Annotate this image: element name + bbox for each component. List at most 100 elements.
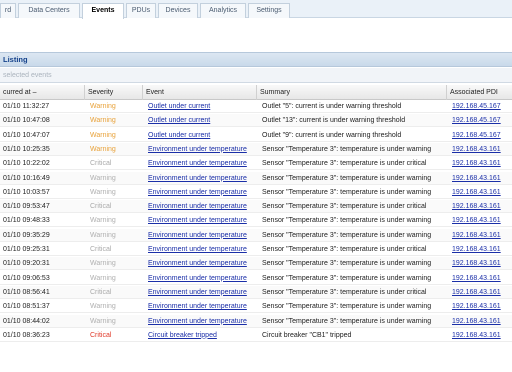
cell-occurred-at: 01/10 09:48:33 — [3, 217, 50, 225]
cell-event-link[interactable]: Environment under temperature — [145, 272, 257, 285]
cell-event-link[interactable]: Outlet under current — [145, 114, 257, 127]
table-row[interactable]: 01/10 08:36:23 Critical Circuit breaker tr… — [0, 329, 512, 342]
column-header-summary[interactable]: Summary — [257, 85, 447, 100]
cell-severity: Warning — [90, 188, 116, 196]
table-row[interactable]: 01/10 09:20:31 Warning Environment under t… — [0, 257, 512, 271]
table-row[interactable]: 01/10 09:25:31 Critical Environment under … — [0, 243, 512, 256]
column-header-time[interactable]: curred at – — [0, 85, 85, 100]
cell-associated-pdu-link[interactable]: 192.168.43.161 — [449, 186, 512, 199]
tab-pdus[interactable]: PDUs — [126, 3, 156, 18]
cell-occurred-at: 01/10 09:25:31 — [3, 246, 50, 253]
cell-associated-pdu-link[interactable]: 192.168.43.161 — [449, 272, 512, 285]
panel-toolbar-selected-events[interactable]: selected events — [0, 68, 512, 83]
cell-event-link[interactable]: Environment under temperature — [145, 300, 257, 313]
cell-event-link[interactable]: Environment under temperature — [145, 200, 257, 213]
cell-summary: Sensor "Temperature 3": temperature is u… — [262, 231, 432, 239]
table-row[interactable]: 01/10 10:25:35 Warning Environment under t… — [0, 142, 512, 156]
cell-event-link[interactable]: Outlet under current — [145, 129, 257, 142]
cell-severity: Warning — [90, 103, 116, 110]
table-row[interactable]: 01/10 08:51:37 Warning Environment under t… — [0, 300, 512, 314]
cell-event-link[interactable]: Environment under temperature — [145, 286, 257, 299]
table-row[interactable]: 01/10 08:44:02 Warning Environment under t… — [0, 314, 512, 328]
grid-header: curred at – Severity Event Summary Assoc… — [0, 85, 512, 100]
cell-event-link[interactable]: Environment under temperature — [145, 157, 257, 170]
tab-analytics[interactable]: Analytics — [200, 3, 246, 18]
cell-associated-pdu-link[interactable]: 192.168.43.161 — [449, 172, 512, 185]
cell-event-link[interactable]: Environment under temperature — [145, 172, 257, 185]
column-header-associated-pdu[interactable]: Associated PDI — [447, 85, 512, 100]
cell-associated-pdu-link[interactable]: 192.168.43.161 — [449, 214, 512, 227]
cell-associated-pdu-link[interactable]: 192.168.43.161 — [449, 243, 512, 256]
cell-severity: Warning — [90, 217, 116, 225]
tab-settings[interactable]: Settings — [248, 3, 290, 18]
table-row[interactable]: 01/10 09:53:47 Critical Environment under … — [0, 200, 512, 214]
cell-event-link[interactable]: Environment under temperature — [145, 186, 257, 199]
cell-associated-pdu-link[interactable]: 192.168.43.161 — [449, 143, 512, 156]
cell-occurred-at: 01/10 08:36:23 — [3, 331, 50, 339]
cell-severity: Critical — [90, 246, 112, 253]
cell-associated-pdu-link[interactable]: 192.168.43.161 — [449, 329, 512, 342]
cell-event-link[interactable]: Environment under temperature — [145, 315, 257, 328]
cell-occurred-at: 01/10 10:47:08 — [3, 117, 50, 125]
cell-associated-pdu-link[interactable]: 192.168.45.167 — [449, 129, 512, 142]
cell-event-link[interactable]: Outlet under current — [145, 100, 257, 113]
cell-summary: Sensor "Temperature 3": temperature is u… — [262, 160, 427, 168]
table-row[interactable]: 01/10 10:22:02 Critical Environment under … — [0, 157, 512, 171]
cell-associated-pdu-link[interactable]: 192.168.43.161 — [449, 286, 512, 299]
tab-devices[interactable]: Devices — [158, 3, 198, 18]
cell-occurred-at: 01/10 08:44:02 — [3, 317, 50, 325]
cell-associated-pdu-link[interactable]: 192.168.43.161 — [449, 200, 512, 213]
cell-occurred-at: 01/10 10:16:49 — [3, 174, 50, 182]
cell-severity: Warning — [90, 145, 116, 153]
cell-severity: Warning — [90, 117, 116, 125]
cell-associated-pdu-link[interactable]: 192.168.43.161 — [449, 300, 512, 313]
cell-associated-pdu-link[interactable]: 192.168.45.167 — [449, 114, 512, 127]
cell-occurred-at: 01/10 08:56:41 — [3, 288, 50, 296]
top-nav-tabbar: rd Data Centers Events PDUs Devices Anal… — [0, 0, 512, 19]
table-row[interactable]: 01/10 10:47:07 Warning Outlet under curren… — [0, 129, 512, 142]
cell-occurred-at: 01/10 11:32:27 — [3, 103, 50, 110]
table-row[interactable]: 01/10 11:32:27 Warning Outlet under curren… — [0, 100, 512, 113]
cell-event-link[interactable]: Environment under temperature — [145, 257, 257, 270]
cell-summary: Sensor "Temperature 3": temperature is u… — [262, 274, 432, 282]
table-row[interactable]: 01/10 09:48:33 Warning Environment under t… — [0, 214, 512, 228]
cell-severity: Warning — [90, 274, 116, 282]
table-row[interactable]: 01/10 09:35:29 Warning Environment under t… — [0, 228, 512, 242]
column-header-severity[interactable]: Severity — [85, 85, 143, 100]
cell-summary: Sensor "Temperature 3": temperature is u… — [262, 203, 427, 211]
table-row[interactable]: 01/10 08:56:41 Critical Environment under … — [0, 285, 512, 299]
cell-summary: Circuit breaker "CB1" tripped — [262, 331, 352, 339]
cell-event-link[interactable]: Environment under temperature — [145, 243, 257, 256]
cell-associated-pdu-link[interactable]: 192.168.43.161 — [449, 257, 512, 270]
cell-event-link[interactable]: Environment under temperature — [145, 214, 257, 227]
cell-event-link[interactable]: Environment under temperature — [145, 229, 257, 242]
cell-summary: Sensor "Temperature 3": temperature is u… — [262, 246, 427, 253]
cell-severity: Critical — [90, 160, 112, 168]
cell-severity: Warning — [90, 260, 116, 268]
cell-event-link[interactable]: Circuit breaker tripped — [145, 329, 257, 342]
cell-summary: Sensor "Temperature 3": temperature is u… — [262, 303, 432, 311]
cell-summary: Sensor "Temperature 3": temperature is u… — [262, 188, 432, 196]
tab-events[interactable]: Events — [82, 3, 124, 19]
cell-associated-pdu-link[interactable]: 192.168.43.161 — [449, 157, 512, 170]
content-toolbar-area — [0, 19, 512, 49]
cell-associated-pdu-link[interactable]: 192.168.45.167 — [449, 100, 512, 113]
table-row[interactable]: 01/10 09:06:53 Warning Environment under t… — [0, 272, 512, 285]
cell-severity: Warning — [90, 317, 116, 325]
cell-associated-pdu-link[interactable]: 192.168.43.161 — [449, 229, 512, 242]
tab-dashboard[interactable]: rd — [0, 3, 16, 18]
cell-summary: Outlet "5": current is under warning thr… — [262, 103, 402, 110]
column-header-event[interactable]: Event — [143, 85, 257, 100]
cell-event-link[interactable]: Environment under temperature — [145, 143, 257, 156]
cell-associated-pdu-link[interactable]: 192.168.43.161 — [449, 315, 512, 328]
cell-summary: Outlet "9": current is under warning thr… — [262, 131, 402, 139]
cell-occurred-at: 01/10 09:53:47 — [3, 203, 50, 211]
table-row[interactable]: 01/10 10:47:08 Warning Outlet under curren… — [0, 114, 512, 128]
table-row[interactable]: 01/10 10:03:57 Warning Environment under t… — [0, 186, 512, 199]
cell-severity: Warning — [90, 131, 116, 139]
tab-data-centers[interactable]: Data Centers — [18, 3, 80, 18]
cell-occurred-at: 01/10 10:22:02 — [3, 160, 50, 168]
cell-summary: Sensor "Temperature 3": temperature is u… — [262, 317, 432, 325]
cell-occurred-at: 01/10 10:47:07 — [3, 131, 50, 139]
table-row[interactable]: 01/10 10:16:49 Warning Environment under t… — [0, 171, 512, 185]
